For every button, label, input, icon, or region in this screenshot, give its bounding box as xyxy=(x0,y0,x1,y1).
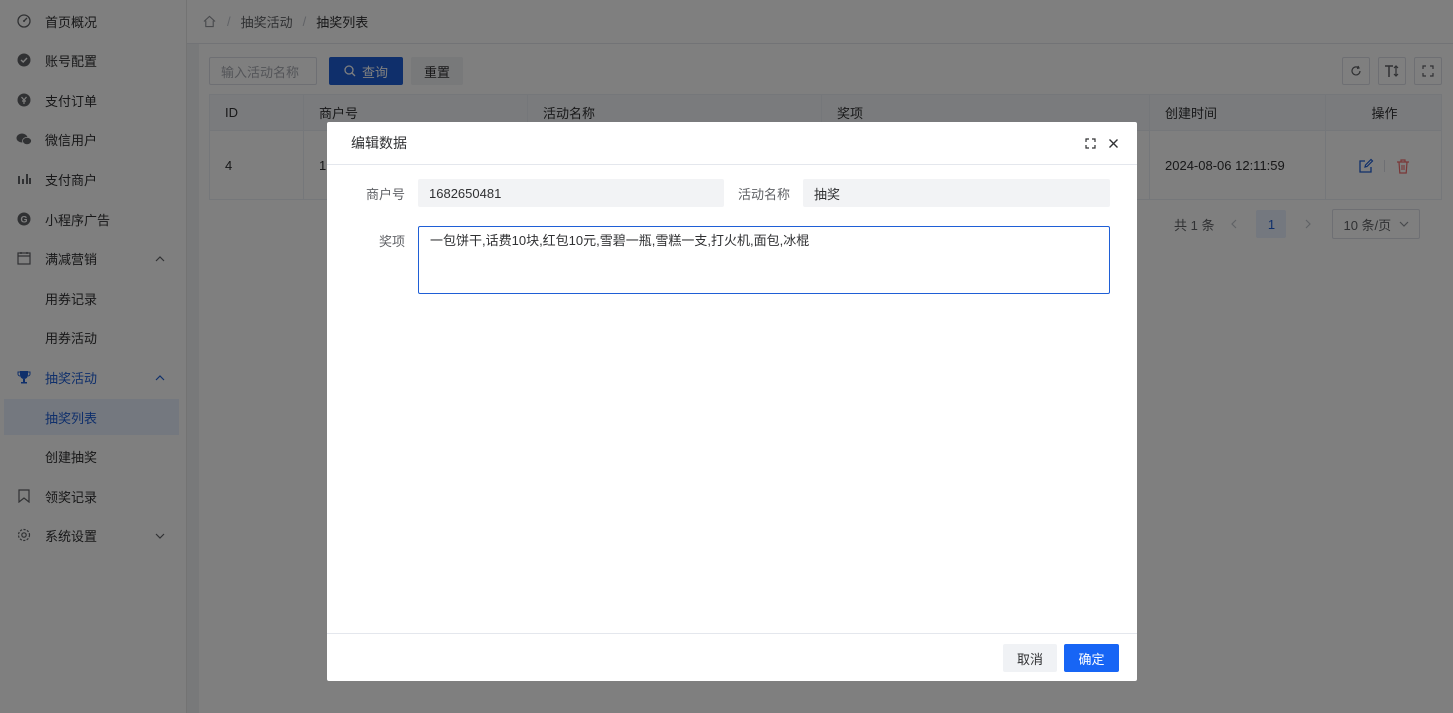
merchant-field[interactable]: 1682650481 xyxy=(418,179,724,207)
app-root: 首页概况 账号配置 支付订单 微信用户 支付商户 xyxy=(0,0,1453,713)
dialog-title: 编辑数据 xyxy=(351,135,407,151)
activity-name-field[interactable]: 抽奖 xyxy=(803,179,1110,207)
prize-label: 奖项 xyxy=(378,233,405,249)
dialog-footer: 取消 确定 xyxy=(327,633,1137,681)
merchant-label: 商户号 xyxy=(365,186,405,202)
maximize-icon[interactable] xyxy=(1083,136,1097,150)
close-icon[interactable] xyxy=(1106,136,1120,150)
activity-name-label: 活动名称 xyxy=(737,186,790,202)
confirm-button[interactable]: 确定 xyxy=(1064,644,1119,672)
edit-dialog: 编辑数据 商户号 1682650481 活动名称 抽奖 奖项 一包饼干,话费10… xyxy=(327,122,1137,681)
cancel-button[interactable]: 取消 xyxy=(1003,644,1057,672)
dialog-header: 编辑数据 xyxy=(327,122,1137,165)
prize-textarea[interactable]: 一包饼干,话费10块,红包10元,雪碧一瓶,雪糕一支,打火机,面包,冰棍 xyxy=(418,226,1110,294)
